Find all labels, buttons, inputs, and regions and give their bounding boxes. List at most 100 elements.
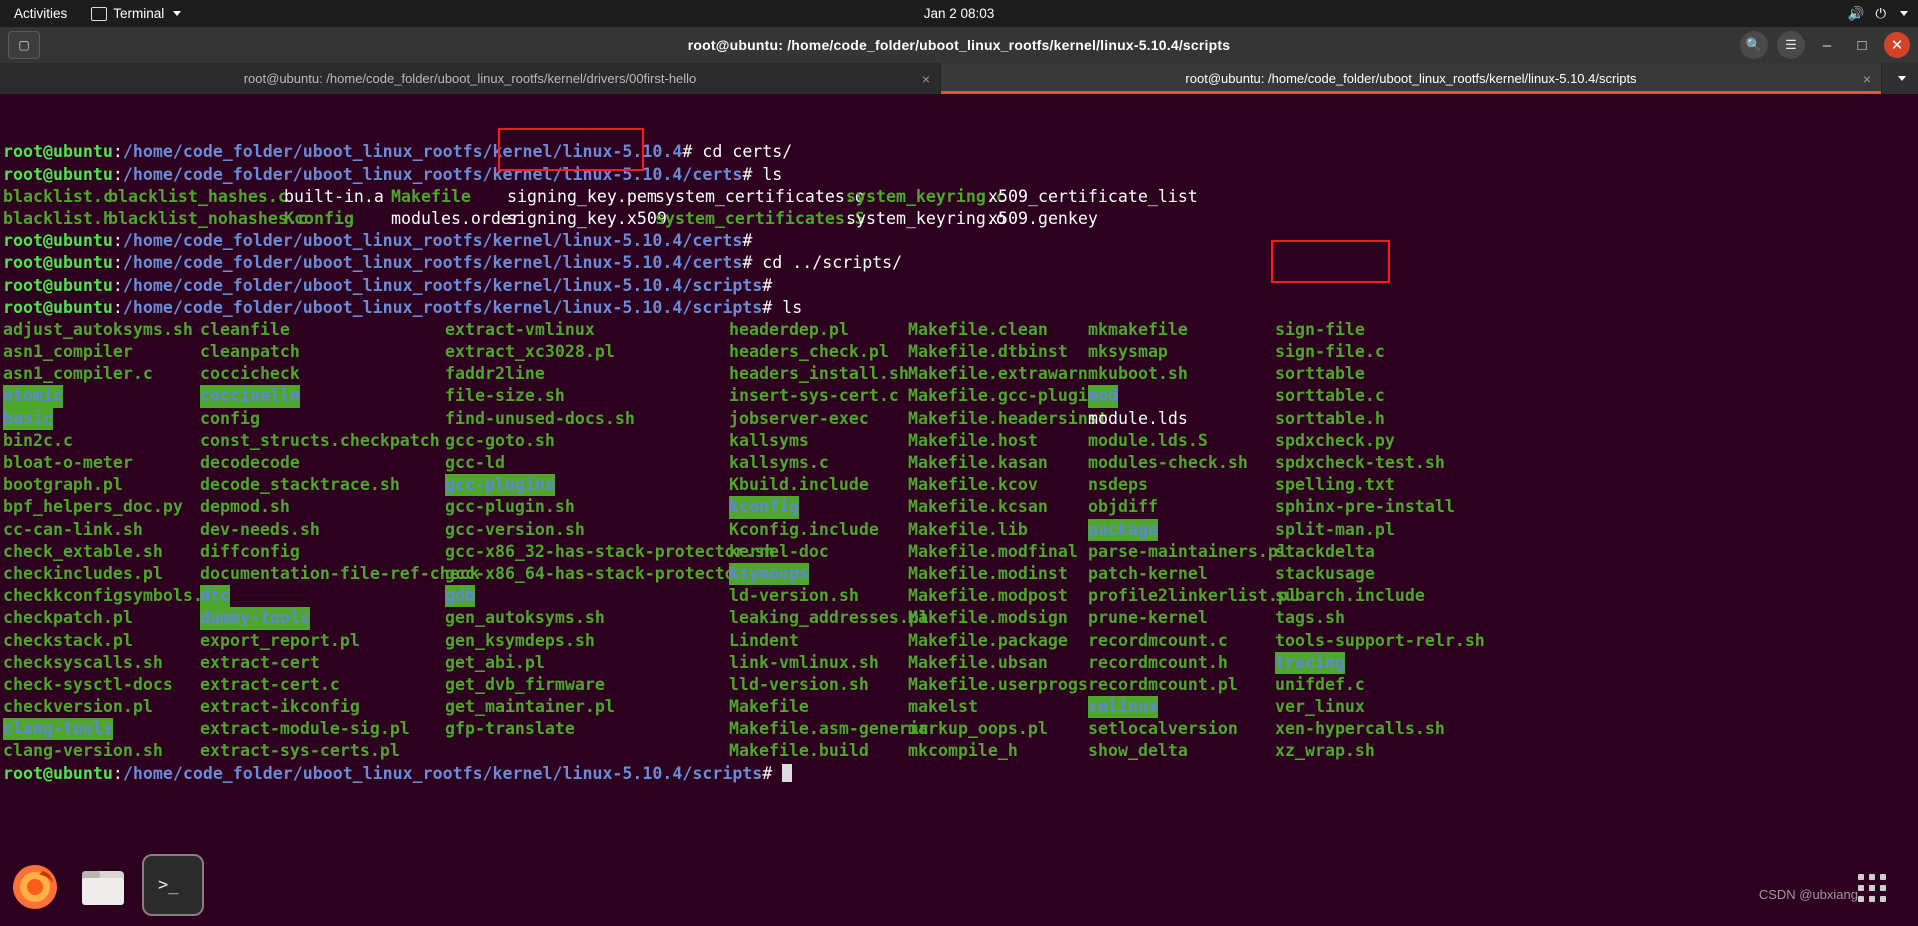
maximize-button[interactable]: □ [1849,32,1875,58]
file-entry[interactable]: jobserver-exec [729,408,869,430]
file-entry[interactable]: checkincludes.pl [3,563,163,585]
file-entry[interactable]: Makefile.kcsan [908,496,1048,518]
file-entry[interactable]: kconfig [729,496,799,519]
file-entry[interactable]: link-vmlinux.sh [729,652,879,674]
file-entry[interactable]: checkversion.pl [3,696,153,718]
file-entry[interactable]: x509.genkey [988,208,1098,230]
file-entry[interactable]: Makefile [391,186,471,208]
file-entry[interactable]: documentation-file-ref-check [200,563,480,585]
file-entry[interactable]: check-sysctl-docs [3,674,173,696]
file-entry[interactable]: selinux [1088,696,1158,719]
file-entry[interactable]: leaking_addresses.pl [729,607,929,629]
file-entry[interactable]: Makefile.package [908,630,1068,652]
file-entry[interactable]: Makefile.modfinal [908,541,1078,563]
file-entry[interactable]: tools-support-relr.sh [1275,630,1485,652]
file-entry[interactable]: blacklist.c [3,186,113,208]
file-entry[interactable]: insert-sys-cert.c [729,385,899,407]
file-entry[interactable]: adjust_autoksyms.sh [3,319,193,341]
file-entry[interactable]: Makefile.extrawarn [908,363,1088,385]
file-entry[interactable]: Kbuild.include [729,474,869,496]
close-icon[interactable]: × [922,71,930,87]
file-entry[interactable]: split-man.pl [1275,519,1395,541]
file-entry[interactable]: sign-file.c [1275,341,1385,363]
file-entry[interactable]: Makefile.modinst [908,563,1068,585]
file-entry[interactable]: asn1_compiler.c [3,363,153,385]
file-entry[interactable]: decodecode [200,452,300,474]
file-entry[interactable]: Makefile.clean [908,319,1048,341]
file-entry[interactable]: Kconfig [284,208,354,230]
file-entry[interactable]: sign-file [1275,319,1365,341]
file-entry[interactable]: Makefile.gcc-plugins [908,385,1108,407]
file-entry[interactable]: stackdelta [1275,541,1375,563]
file-entry[interactable]: mkmakefile [1088,319,1188,341]
file-entry[interactable]: Makefile.dtbinst [908,341,1068,363]
file-entry[interactable]: get_abi.pl [445,652,545,674]
file-entry[interactable]: lld-version.sh [729,674,869,696]
file-entry[interactable]: basic [3,407,53,430]
file-entry[interactable]: gcc-x86_64-has-stack-protector.sh [445,563,775,585]
file-entry[interactable]: extract-ikconfig [200,696,360,718]
file-entry[interactable]: config [200,408,260,430]
file-entry[interactable]: Makefile.userprogs [908,674,1088,696]
file-entry[interactable]: const_structs.checkpatch [200,430,440,452]
file-entry[interactable]: setlocalversion [1088,718,1238,740]
file-entry[interactable]: package [1088,518,1158,541]
file-entry[interactable]: mkuboot.sh [1088,363,1188,385]
clock[interactable]: Jan 2 08:03 [924,6,995,21]
file-entry[interactable]: modules.order [391,208,521,230]
menu-button[interactable]: ☰ [1777,31,1805,59]
terminal-icon[interactable]: >_ [142,854,204,916]
file-entry[interactable]: decode_stacktrace.sh [200,474,400,496]
file-entry[interactable]: gcc-x86_32-has-stack-protector.sh [445,541,775,563]
file-entry[interactable]: Makefile.lib [908,519,1028,541]
file-entry[interactable]: blacklist_hashes.c [108,186,288,208]
file-entry[interactable]: bloat-o-meter [3,452,133,474]
file-entry[interactable]: signing_key.pem [507,186,657,208]
file-entry[interactable]: Makefile.ubsan [908,652,1048,674]
window-controls[interactable]: 🔍 ☰ – □ ✕ [1740,31,1910,59]
file-entry[interactable]: Makefile.kcov [908,474,1038,496]
search-button[interactable]: 🔍 [1740,31,1768,59]
file-entry[interactable]: extract-sys-certs.pl [200,740,400,762]
file-entry[interactable]: gfp-translate [445,718,575,740]
file-entry[interactable]: diffconfig [200,541,300,563]
file-entry[interactable]: gcc-ld [445,452,505,474]
file-entry[interactable]: unifdef.c [1275,674,1365,696]
file-entry[interactable]: Makefile.build [729,740,869,762]
file-entry[interactable]: faddr2line [445,363,545,385]
file-entry[interactable]: bootgraph.pl [3,474,123,496]
file-entry[interactable]: blacklist_nohashes.c [108,208,308,230]
tab-list-button[interactable] [1882,63,1918,94]
file-entry[interactable]: gen_autoksyms.sh [445,607,605,629]
terminal-tab-1[interactable]: root@ubuntu: /home/code_folder/uboot_lin… [0,63,941,94]
file-entry[interactable]: patch-kernel [1088,563,1208,585]
file-entry[interactable]: Makefile.headersinst [908,408,1108,430]
file-entry[interactable]: blacklist.h [3,208,113,230]
file-entry[interactable]: asn1_compiler [3,341,133,363]
file-entry[interactable]: mkcompile_h [908,740,1018,762]
file-entry[interactable]: extract-cert [200,652,320,674]
file-entry[interactable]: recordmcount.pl [1088,674,1238,696]
file-entry[interactable]: extract-cert.c [200,674,340,696]
file-entry[interactable]: coccicheck [200,363,300,385]
file-entry[interactable]: atomic [3,385,63,408]
file-entry[interactable]: find-unused-docs.sh [445,408,635,430]
activities-button[interactable]: Activities [0,6,81,21]
file-entry[interactable]: cleanpatch [200,341,300,363]
file-entry[interactable]: gcc-version.sh [445,519,585,541]
files-icon[interactable] [74,858,132,916]
file-entry[interactable]: prune-kernel [1088,607,1208,629]
firefox-icon[interactable] [6,858,64,916]
file-entry[interactable]: recordmcount.c [1088,630,1228,652]
file-entry[interactable]: mksysmap [1088,341,1168,363]
file-entry[interactable]: show_delta [1088,740,1188,762]
close-icon[interactable]: × [1863,71,1871,87]
file-entry[interactable]: gcc-plugins [445,474,555,497]
file-entry[interactable]: stackusage [1275,563,1375,585]
show-applications-icon[interactable] [1852,868,1892,908]
file-entry[interactable]: Makefile.modsign [908,607,1068,629]
file-entry[interactable]: checkstack.pl [3,630,133,652]
file-entry[interactable]: xz_wrap.sh [1275,740,1375,762]
file-entry[interactable]: system_keyring.c [846,186,1006,208]
file-entry[interactable]: ksymoops [729,562,809,586]
